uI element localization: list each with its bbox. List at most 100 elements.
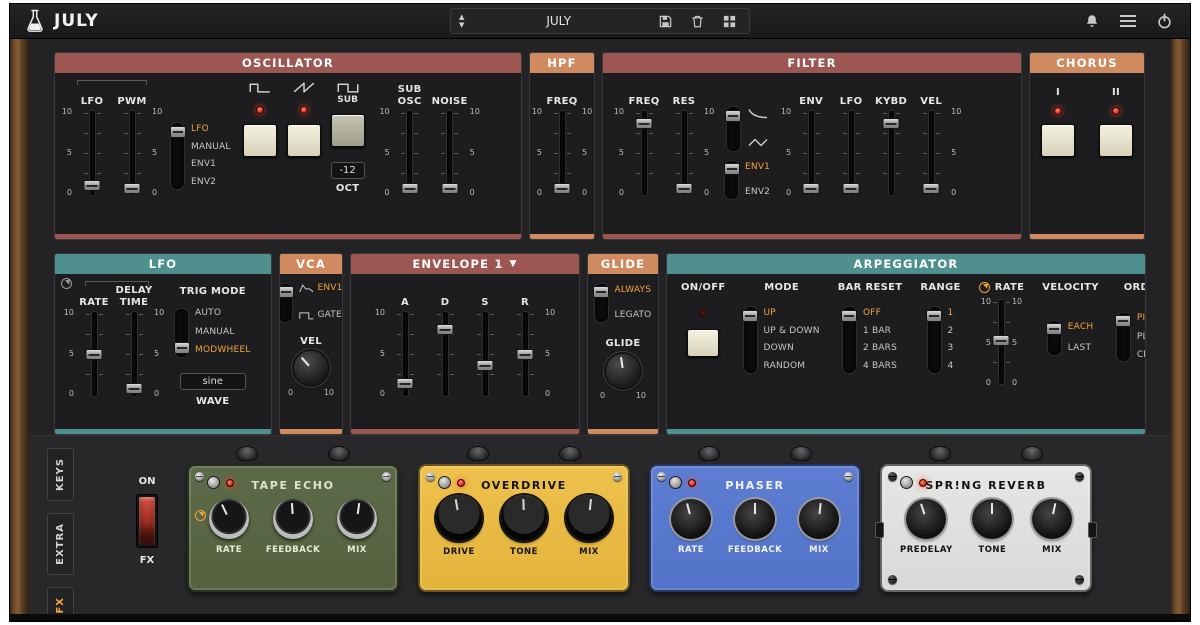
switch-handle[interactable]: [1115, 315, 1132, 327]
slider-track[interactable]: [396, 312, 414, 396]
switch-handle[interactable]: [926, 310, 943, 322]
spring-reverb-bypass-button[interactable]: [900, 476, 913, 489]
slider-track[interactable]: [553, 111, 571, 195]
slider-thumb[interactable]: [125, 383, 143, 394]
env-sustain-slider[interactable]: S: [465, 278, 505, 400]
option-each[interactable]: EACH: [1068, 323, 1094, 332]
mod-indicator-icon[interactable]: [61, 278, 72, 289]
chorus-one-button[interactable]: [1041, 124, 1075, 157]
slider-track[interactable]: [922, 111, 940, 195]
osc-pwm-slider[interactable]: PWM: [112, 77, 152, 199]
slider-track[interactable]: [882, 111, 900, 195]
filter-env-slider[interactable]: ENV: [791, 77, 831, 199]
power-button[interactable]: [1152, 10, 1176, 32]
knob-body[interactable]: [906, 499, 947, 539]
option-last[interactable]: LAST: [1068, 344, 1094, 353]
filter-lfo-slider[interactable]: LFO: [831, 77, 871, 199]
option-manual[interactable]: MANUAL: [195, 327, 250, 337]
hpf-freq-slider[interactable]: FREQ: [542, 77, 582, 199]
slider-thumb[interactable]: [553, 183, 571, 194]
option-env1[interactable]: ENV1: [745, 163, 770, 172]
knob-body[interactable]: [566, 495, 612, 541]
sub-osc-slider[interactable]: SUB OSC: [390, 77, 430, 199]
slider-thumb[interactable]: [83, 180, 101, 191]
option-legato[interactable]: LEGATO: [615, 311, 652, 320]
switch-handle[interactable]: [593, 286, 610, 298]
lfo-wave-selector[interactable]: sine: [179, 373, 246, 390]
option-range-4[interactable]: 4: [948, 361, 954, 371]
arp-order-switch[interactable]: [1115, 313, 1132, 361]
glide-knob[interactable]: 0 10: [599, 354, 647, 400]
slider-thumb[interactable]: [842, 183, 860, 194]
option-modwheel[interactable]: MODWHEEL: [195, 346, 250, 355]
slider-track[interactable]: [675, 111, 693, 195]
option-range-2[interactable]: 2: [948, 326, 954, 336]
knob-body[interactable]: [294, 351, 328, 385]
option-up[interactable]: UP: [764, 309, 820, 318]
switch-handle[interactable]: [280, 286, 294, 298]
option-range-3[interactable]: 3: [948, 344, 954, 353]
envelope-selector-dropdown[interactable]: ▼: [510, 259, 518, 269]
option-up-down[interactable]: UP & DOWN: [764, 326, 820, 336]
phaser-mix-knob[interactable]: MIX: [798, 499, 839, 555]
tape-echo-mix-knob[interactable]: MIX: [336, 499, 377, 555]
delete-preset-button[interactable]: [685, 10, 709, 32]
overdrive-tone-knob[interactable]: TONE: [501, 495, 547, 557]
slider-track[interactable]: [476, 312, 494, 396]
vca-mode-switch[interactable]: [280, 284, 294, 322]
pulse-wave-button[interactable]: [242, 124, 277, 157]
option-2bars[interactable]: 2 BARS: [863, 344, 897, 353]
knob-body[interactable]: [336, 499, 377, 539]
glide-mode-switch[interactable]: [593, 284, 610, 322]
save-preset-button[interactable]: [653, 10, 677, 32]
switch-handle[interactable]: [169, 126, 186, 138]
slider-track[interactable]: [83, 111, 101, 195]
option-1bar[interactable]: 1 BAR: [863, 326, 897, 336]
lfo-rate-slider[interactable]: RATE: [74, 278, 114, 400]
slider-thumb[interactable]: [436, 324, 454, 335]
overdrive-drive-knob[interactable]: DRIVE: [436, 495, 482, 557]
slider-track[interactable]: [802, 111, 820, 195]
arp-rate-slider[interactable]: 10 5 0 10 5 0: [980, 297, 1023, 387]
mod-indicator-icon[interactable]: [195, 510, 206, 521]
option-lfo[interactable]: LFO: [191, 125, 231, 134]
slider-track[interactable]: [842, 111, 860, 195]
reverb-tone-knob[interactable]: TONE: [972, 499, 1013, 555]
slider-track[interactable]: [635, 111, 653, 195]
knob-body[interactable]: [501, 495, 547, 541]
filter-env-switch[interactable]: [723, 161, 740, 199]
option-chord[interactable]: CHORD: [1137, 351, 1145, 360]
triangle-wave-icon[interactable]: [747, 136, 769, 149]
slider-thumb[interactable]: [401, 183, 419, 194]
tab-extra[interactable]: EXTRA: [47, 513, 74, 575]
reverb-mix-knob[interactable]: MIX: [1032, 499, 1072, 555]
filter-kybd-slider[interactable]: KYBD: [871, 77, 911, 199]
arp-mode-switch[interactable]: [742, 307, 758, 373]
slider-thumb[interactable]: [675, 183, 693, 194]
slider-thumb[interactable]: [123, 183, 141, 194]
trig-mode-switch[interactable]: [173, 309, 190, 357]
filter-freq-slider[interactable]: FREQ: [624, 77, 664, 199]
phaser-bypass-button[interactable]: [669, 476, 682, 489]
knob-body[interactable]: [272, 499, 313, 539]
slider-track[interactable]: [516, 312, 534, 396]
option-env2[interactable]: ENV2: [745, 188, 770, 197]
tab-keys[interactable]: KEYS: [47, 448, 74, 502]
option-4bars[interactable]: 4 BARS: [863, 361, 897, 371]
slider-thumb[interactable]: [476, 360, 494, 371]
option-env1[interactable]: ENV1: [191, 160, 231, 169]
reverb-predelay-knob[interactable]: PREDELAY: [900, 499, 953, 555]
slider-thumb[interactable]: [922, 183, 940, 194]
option-down[interactable]: DOWN: [764, 344, 820, 353]
knob-body[interactable]: [798, 499, 839, 539]
option-env1[interactable]: ENV1: [317, 284, 342, 293]
option-random[interactable]: RANDOM: [764, 361, 820, 371]
saw-wave-button[interactable]: [286, 124, 321, 157]
knob-body[interactable]: [972, 499, 1013, 539]
filter-env-shape-switch[interactable]: [725, 107, 742, 151]
knob-body[interactable]: [671, 499, 711, 539]
osc-lfo-slider[interactable]: LFO: [72, 77, 112, 199]
overdrive-bypass-button[interactable]: [438, 476, 451, 489]
preset-prev-icon[interactable]: ▲: [459, 13, 464, 21]
slider-track[interactable]: [85, 312, 103, 396]
